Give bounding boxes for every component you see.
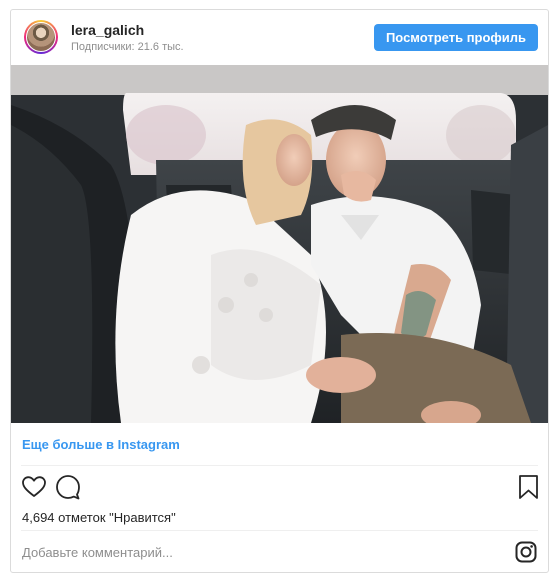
comment-input[interactable]: Добавьте комментарий...	[22, 545, 173, 560]
follower-count: Подписчики: 21.6 тыс.	[71, 41, 184, 53]
avatar-image	[26, 22, 56, 52]
view-profile-button[interactable]: Посмотреть профиль	[374, 24, 538, 51]
post-photo[interactable]	[11, 65, 548, 423]
instagram-embed-card: lera_galich Подписчики: 21.6 тыс. Посмот…	[10, 9, 549, 573]
more-on-instagram-link[interactable]: Еще больше в Instagram	[22, 437, 180, 452]
divider	[21, 530, 538, 531]
avatar[interactable]	[24, 20, 58, 54]
divider	[21, 465, 538, 466]
bookmark-icon[interactable]	[516, 474, 542, 500]
like-count: 4,694 отметок "Нравится"	[22, 510, 176, 525]
post-header: lera_galich Подписчики: 21.6 тыс. Посмот…	[11, 10, 548, 65]
comment-icon[interactable]	[55, 474, 81, 500]
instagram-icon[interactable]	[515, 541, 537, 563]
heart-icon[interactable]	[21, 474, 47, 500]
username[interactable]: lera_galich	[71, 22, 144, 38]
post-photo-image	[11, 65, 548, 423]
